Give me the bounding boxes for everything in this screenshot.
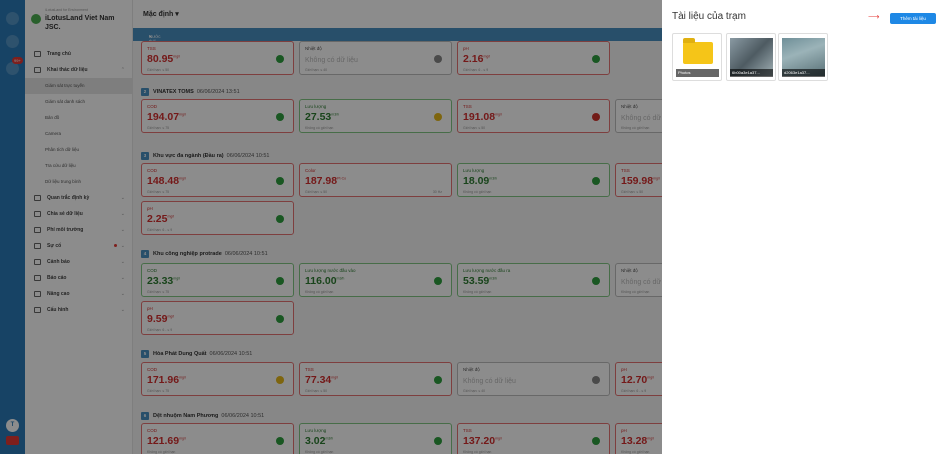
file-item-folder[interactable]: Photos xyxy=(672,33,722,81)
panel-title: Tài liệu của trạm xyxy=(672,11,746,22)
documents-panel: Tài liệu của trạm ⟶ Thêm tài liệu Photos… xyxy=(662,0,945,454)
file-item-image[interactable]: 6b00a3e1a37... xyxy=(726,33,776,81)
modal-backdrop[interactable] xyxy=(0,0,662,454)
file-name: Photos xyxy=(676,69,719,77)
arrow-right-icon: ⟶ xyxy=(868,12,880,21)
file-name: 6b00a3e1a37... xyxy=(730,69,773,77)
file-name: d2063e1a37... xyxy=(782,69,825,77)
add-document-button[interactable]: Thêm tài liệu xyxy=(890,13,936,24)
file-item-image[interactable]: d2063e1a37... xyxy=(778,33,828,81)
folder-icon xyxy=(683,38,713,64)
